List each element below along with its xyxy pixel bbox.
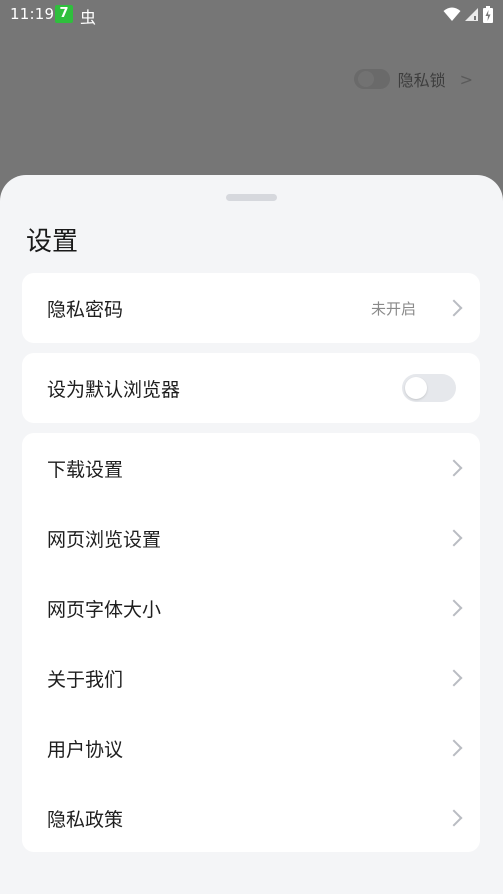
background-privacy-lock: 隐私锁 > xyxy=(353,67,473,91)
settings-sheet: 设置 隐私密码 未开启 设为默认浏览器 下载设置 网页浏览设置 网页字体大小 关… xyxy=(0,175,503,894)
menu-item-browsing-settings[interactable]: 网页浏览设置 xyxy=(22,503,480,573)
privacy-password-label: 隐私密码 xyxy=(47,298,124,321)
settings-menu-card: 下载设置 网页浏览设置 网页字体大小 关于我们 用户协议 隐私政策 xyxy=(22,433,480,852)
toggle-knob xyxy=(405,377,427,399)
default-browser-toggle[interactable] xyxy=(402,374,456,402)
default-browser-label: 设为默认浏览器 xyxy=(47,378,181,401)
menu-item-label: 关于我们 xyxy=(47,668,124,691)
privacy-password-card: 隐私密码 未开启 xyxy=(22,273,480,343)
status-bar: 11:19 7 虫 xyxy=(0,0,503,30)
chevron-right-icon: > xyxy=(459,69,473,89)
sheet-title: 设置 xyxy=(26,227,79,257)
menu-item-label: 下载设置 xyxy=(47,458,124,481)
menu-item-label: 网页字体大小 xyxy=(47,598,162,621)
menu-item-download-settings[interactable]: 下载设置 xyxy=(22,433,480,503)
menu-item-label: 用户协议 xyxy=(47,738,124,761)
status-time: 11:19 xyxy=(10,5,55,23)
privacy-password-row[interactable]: 隐私密码 未开启 xyxy=(22,273,480,343)
background-toggle xyxy=(353,69,390,89)
menu-item-about-us[interactable]: 关于我们 xyxy=(22,643,480,713)
menu-item-privacy-policy[interactable]: 隐私政策 xyxy=(22,783,480,853)
default-browser-row: 设为默认浏览器 xyxy=(22,353,480,423)
menu-item-label: 网页浏览设置 xyxy=(47,528,162,551)
chevron-right-icon xyxy=(445,299,463,317)
cell-signal-icon xyxy=(465,8,478,21)
wifi-icon xyxy=(443,7,461,21)
menu-item-font-size[interactable]: 网页字体大小 xyxy=(22,573,480,643)
default-browser-card: 设为默认浏览器 xyxy=(22,353,480,423)
privacy-password-status: 未开启 xyxy=(370,299,416,318)
menu-item-label: 隐私政策 xyxy=(47,808,124,831)
bug-notification-icon: 虫 xyxy=(80,8,97,27)
menu-item-user-agreement[interactable]: 用户协议 xyxy=(22,713,480,783)
status-icons xyxy=(443,6,493,23)
battery-icon xyxy=(483,6,493,23)
notification-badge-icon: 7 xyxy=(55,5,73,23)
drag-handle[interactable] xyxy=(226,194,277,201)
background-privacy-lock-label: 隐私锁 xyxy=(397,71,446,90)
